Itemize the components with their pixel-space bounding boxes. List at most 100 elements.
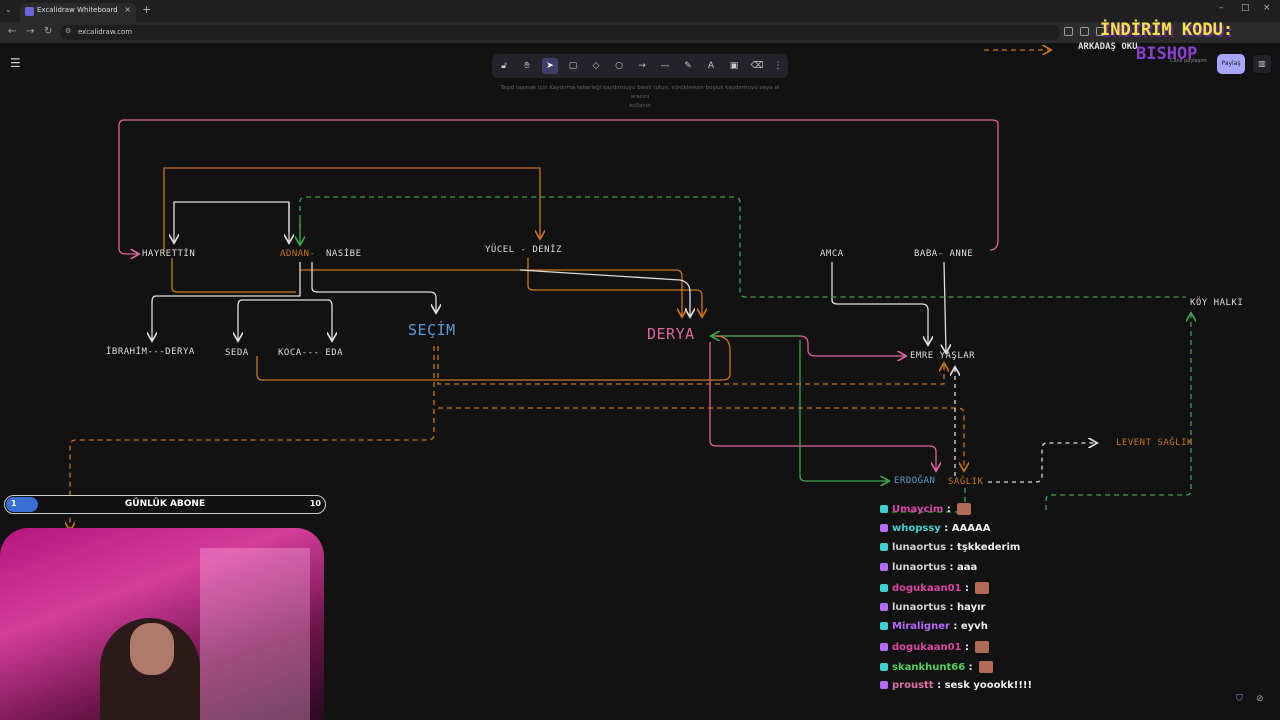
site-info-icon[interactable]: ⚙ <box>65 27 71 35</box>
share-button[interactable]: Paylaş <box>1217 54 1245 74</box>
chat-separator: : <box>965 661 977 673</box>
line-icon[interactable]: — <box>657 58 673 74</box>
badge-icon <box>880 681 888 690</box>
chat-username: lunaortus <box>892 601 947 613</box>
back-icon[interactable]: ← <box>8 26 16 37</box>
library-icon[interactable]: ▥ <box>1253 55 1271 73</box>
rectangle-icon[interactable]: ▢ <box>565 58 581 74</box>
main-menu-icon[interactable]: ☰ <box>10 56 21 70</box>
badge-icon <box>880 523 888 532</box>
chat-username: lunaortus <box>892 542 947 554</box>
node-koca-eda[interactable]: KOCA--- EDA <box>278 348 343 358</box>
text-icon[interactable]: A <box>703 58 719 74</box>
chat-message: lunaortus : tşkkederim <box>880 542 1020 560</box>
hint-line-1: Taşıd taşmak için Kaydırma tekerleği kay… <box>500 85 780 100</box>
sub-goal-bar: 1 GÜNLÜK ABONE 10 <box>4 495 326 514</box>
chat-username: Miraligner <box>892 621 950 633</box>
chat-username: dogukaan01 <box>892 641 962 653</box>
chat-username: dogukaan01 <box>892 582 962 594</box>
node-adnan[interactable]: ADNAN- <box>280 249 316 259</box>
close-window-button[interactable]: × <box>1263 3 1271 13</box>
badge-icon <box>880 602 888 611</box>
chat-separator: : <box>949 621 961 633</box>
new-tab-button[interactable]: + <box>142 3 151 16</box>
chat-message: Umaycim : <box>880 503 972 521</box>
forward-icon[interactable]: → <box>26 26 34 37</box>
canvas-hint: Taşıd taşmak için Kaydırma tekerleği kay… <box>495 84 785 111</box>
chat-separator: : <box>961 641 973 653</box>
node-ibrahim-derya[interactable]: İBRAHİM---DERYA <box>106 347 195 357</box>
node-baba-anne[interactable]: BABA- ANNE <box>914 249 973 259</box>
node-erdogan[interactable]: ERDOĞAN <box>894 476 935 486</box>
chat-message: lunaortus : hayır <box>880 602 985 620</box>
node-koy-halki[interactable]: KÖY HALKI <box>1190 298 1243 308</box>
image-icon[interactable]: ▣ <box>726 58 742 74</box>
emote-icon <box>975 581 990 594</box>
tab-search-icon[interactable]: ⌄ <box>5 5 12 14</box>
chat-separator: : <box>946 601 958 613</box>
chat-username: Umaycim <box>892 504 944 515</box>
shield-icon: ⛉ <box>1236 694 1243 704</box>
more-icon[interactable]: ⋮ <box>770 58 786 74</box>
promo-code: BISHOP <box>1136 44 1198 64</box>
minimize-button[interactable]: – <box>1219 3 1224 13</box>
node-levent-saglik[interactable]: LEVENT SAĞLIK <box>1116 438 1193 448</box>
node-hayrettin[interactable]: HAYRETTİN <box>142 249 195 259</box>
node-nasibe[interactable]: NASİBE <box>326 249 362 259</box>
node-yucel-deniz[interactable]: YÜCEL - DENİZ <box>485 245 562 255</box>
chat-username: whopssy <box>892 522 941 534</box>
emote-icon <box>957 503 972 515</box>
draw-icon[interactable]: ✎ <box>680 58 696 74</box>
chat-username: lunaortus <box>892 562 947 574</box>
chat-separator: : <box>946 562 958 574</box>
chat-text: aaa <box>957 562 978 574</box>
lock-icon[interactable]: 🔓︎ <box>496 58 512 74</box>
node-amca[interactable]: AMCA <box>820 249 844 259</box>
translate-icon[interactable] <box>1064 27 1073 36</box>
chat-text: hayır <box>957 601 986 613</box>
chat-message: dogukaan01 : <box>880 581 990 600</box>
tab-title: Excalidraw Whiteboard <box>37 6 118 14</box>
reload-icon[interactable]: ↻ <box>44 26 52 37</box>
diamond-icon[interactable]: ◇ <box>588 58 604 74</box>
chat-message: dogukaan01 : <box>880 640 990 659</box>
tab-excalidraw[interactable]: Excalidraw Whiteboard × <box>20 3 136 22</box>
selection-icon[interactable]: ➤ <box>542 58 558 74</box>
chat-overlay: Umaycim : whopssy : AAAAA lunaortus : tşk… <box>876 503 1280 703</box>
excalidraw-toolbar: 🔓︎ ✋︎ ➤ ▢ ◇ ○ → — ✎ A ▣ ⌫ ⋮ <box>492 54 788 78</box>
node-derya[interactable]: DERYA <box>647 325 695 343</box>
node-secim[interactable]: SEÇİM <box>408 321 456 339</box>
tab-close-icon[interactable]: × <box>124 5 131 14</box>
chat-message: Miraligner : eyvh <box>880 621 988 639</box>
emote-icon <box>979 660 994 673</box>
badge-icon <box>880 662 888 671</box>
excalidraw-favicon-icon <box>25 7 34 16</box>
eraser-icon[interactable]: ⌫ <box>749 58 765 74</box>
chat-text: sesk yoookk!!!! <box>944 680 1033 692</box>
hand-icon[interactable]: ✋︎ <box>519 58 535 74</box>
sub-goal-target: 10 <box>309 499 321 508</box>
node-saglik[interactable]: SAĞLIK <box>948 477 984 487</box>
chat-message: whopssy : AAAAA <box>880 523 990 541</box>
extension-icon[interactable] <box>1080 27 1089 36</box>
arrow-icon[interactable]: → <box>634 58 650 74</box>
chat-separator: : <box>943 504 955 515</box>
badge-icon <box>880 543 888 552</box>
streamer-face <box>130 623 174 675</box>
promo-overlay: İNDİRİM KODU: ARKADAŞ OKU BISHOP <box>1078 20 1233 64</box>
node-emre-yaslar[interactable]: EMRE YAŞLAR <box>910 351 975 361</box>
badge-icon <box>880 583 888 592</box>
webcam-overlay <box>0 528 324 720</box>
chat-text: tşkkederim <box>957 542 1021 554</box>
chat-text: AAAAA <box>951 522 991 534</box>
chat-message: proustt : sesk yoookk!!!! <box>880 680 1032 698</box>
url-text: excalidraw.com <box>78 28 133 36</box>
chat-separator: : <box>961 582 973 594</box>
emote-icon <box>975 640 990 653</box>
node-seda[interactable]: SEDA <box>225 348 249 358</box>
chat-username: skankhunt66 <box>892 661 966 673</box>
ellipse-icon[interactable]: ○ <box>611 58 627 74</box>
url-field[interactable]: ⚙ excalidraw.com <box>60 25 1060 40</box>
maximize-button[interactable]: □ <box>1241 3 1250 13</box>
chat-separator: : <box>933 680 945 692</box>
